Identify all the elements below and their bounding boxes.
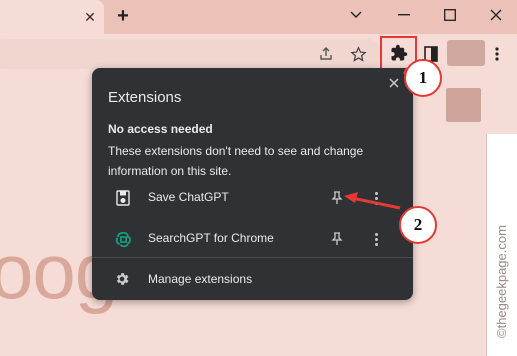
callout-1: 1 <box>404 59 442 97</box>
callout-2: 2 <box>399 206 437 244</box>
annotation-arrows <box>344 67 409 210</box>
